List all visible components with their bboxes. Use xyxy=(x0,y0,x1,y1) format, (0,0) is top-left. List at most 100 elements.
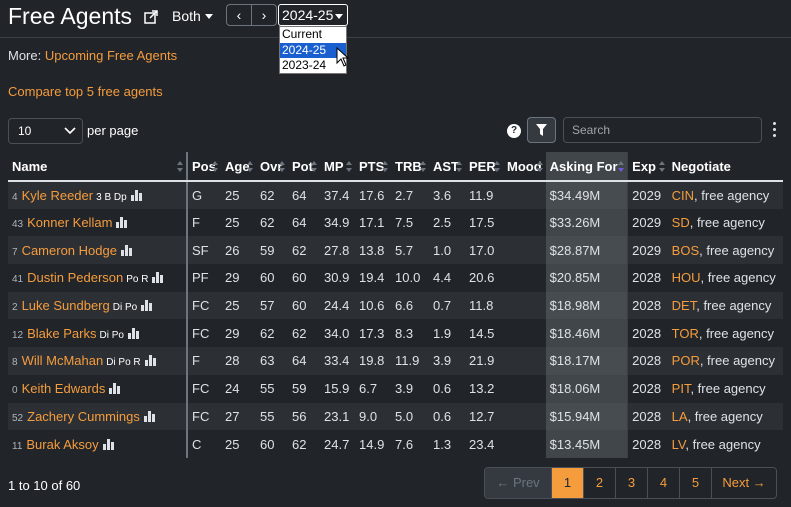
page-button-1[interactable]: 1 xyxy=(552,468,584,498)
sort-icon xyxy=(247,161,253,173)
column-header-per[interactable]: PER xyxy=(465,152,503,182)
team-link[interactable]: POR xyxy=(672,353,700,368)
team-link[interactable]: HOU xyxy=(672,270,701,285)
next-page-button[interactable]: Next → xyxy=(712,468,776,498)
page-button-2[interactable]: 2 xyxy=(584,468,616,498)
external-link-icon[interactable] xyxy=(144,10,158,24)
season-select[interactable]: 2024-25 xyxy=(278,4,348,26)
cell-age: 29 xyxy=(221,319,256,348)
negotiate-text: , free agency xyxy=(690,381,766,397)
column-header-pot[interactable]: Pot xyxy=(288,152,320,182)
player-name-link[interactable]: Cameron Hodge xyxy=(22,243,117,258)
bar-chart-icon[interactable] xyxy=(120,244,132,256)
next-season-button[interactable]: › xyxy=(251,4,277,26)
column-header-asking-for[interactable]: Asking For xyxy=(545,152,629,182)
per-page-select[interactable]: 10 xyxy=(8,118,83,144)
table-header-row: Name Pos Age Ovr Pot MP PTS TRB AST PER … xyxy=(8,152,783,182)
team-link[interactable]: CIN xyxy=(672,188,694,203)
page-title: Free Agents xyxy=(8,3,133,29)
cell-mp: 34.9 xyxy=(320,208,355,237)
team-link[interactable]: LA xyxy=(672,409,688,424)
team-link[interactable]: LV xyxy=(672,437,686,452)
player-name-link[interactable]: Dustin Pederson xyxy=(27,270,123,285)
sort-icon xyxy=(346,161,352,173)
cell-exp: 2028 xyxy=(627,319,668,348)
player-name-link[interactable]: Zachery Cummings xyxy=(27,409,140,424)
bar-chart-icon[interactable] xyxy=(102,438,114,450)
cell-per: 11.9 xyxy=(465,181,503,209)
help-icon[interactable]: ? xyxy=(507,124,521,138)
column-header-exp[interactable]: Exp xyxy=(627,152,668,182)
player-rank: 0 xyxy=(12,385,18,397)
team-link[interactable]: PIT xyxy=(672,381,691,396)
player-type-dropdown[interactable]: Both xyxy=(172,8,213,24)
player-name-link[interactable]: Keith Edwards xyxy=(22,381,106,396)
cell-per: 21.9 xyxy=(465,347,503,375)
more-options-icon[interactable] xyxy=(771,122,777,139)
page-button-5[interactable]: 5 xyxy=(680,468,712,498)
column-header-ovr[interactable]: Ovr xyxy=(256,152,288,182)
previous-season-button[interactable]: ‹ xyxy=(226,4,252,26)
player-name-cell: 11 Burak Aksoy xyxy=(8,430,188,458)
cell-age: 28 xyxy=(221,347,256,375)
player-name-link[interactable]: Will McMahan xyxy=(22,353,104,368)
bar-chart-icon[interactable] xyxy=(109,383,121,395)
cell-mood xyxy=(503,374,546,403)
player-skills: Po R xyxy=(126,274,149,286)
sort-icon xyxy=(311,161,317,173)
column-header-pts[interactable]: PTS xyxy=(355,152,391,182)
cell-age: 25 xyxy=(221,291,256,320)
per-page-label: per page xyxy=(87,123,139,138)
player-name-link[interactable]: Luke Sundberg xyxy=(22,298,110,313)
column-header-trb[interactable]: TRB xyxy=(391,152,429,182)
cell-pts: 9.0 xyxy=(355,402,391,431)
team-link[interactable]: SD xyxy=(672,215,690,230)
bar-chart-icon[interactable] xyxy=(127,327,139,339)
season-option-current[interactable]: Current xyxy=(280,27,346,43)
column-header-ast[interactable]: AST xyxy=(429,152,465,182)
caret-down-icon xyxy=(204,14,213,19)
bar-chart-icon[interactable] xyxy=(144,355,156,367)
team-link[interactable]: TOR xyxy=(672,326,699,341)
cell-mp: 33.4 xyxy=(320,347,355,375)
column-header-pos[interactable]: Pos xyxy=(187,152,221,182)
compare-top-5-link[interactable]: Compare top 5 free agents xyxy=(8,84,163,99)
cell-ast: 0.7 xyxy=(429,291,465,320)
cell-mood xyxy=(503,347,546,375)
team-link[interactable]: DET xyxy=(672,298,697,313)
cell-asking-for: $18.98M xyxy=(545,291,629,320)
cell-ast: 3.9 xyxy=(429,347,465,375)
player-name-link[interactable]: Blake Parks xyxy=(27,326,96,341)
cell-pot: 62 xyxy=(288,236,320,265)
prev-page-button[interactable]: ← Prev xyxy=(485,468,552,498)
cell-mp: 24.7 xyxy=(320,430,355,458)
negotiate-text: , free agency xyxy=(696,298,772,314)
filter-button[interactable] xyxy=(527,117,556,143)
bar-chart-icon[interactable] xyxy=(130,189,142,201)
cell-pos: FC xyxy=(187,291,221,320)
player-name-link[interactable]: Konner Kellam xyxy=(27,215,112,230)
column-header-mood[interactable]: Mood xyxy=(503,152,546,182)
bar-chart-icon[interactable] xyxy=(116,217,128,229)
bar-chart-icon[interactable] xyxy=(152,272,164,284)
search-input[interactable] xyxy=(563,117,762,143)
column-header-name[interactable]: Name xyxy=(8,152,188,182)
cell-pos: F xyxy=(187,347,221,375)
team-link[interactable]: BOS xyxy=(672,243,699,258)
bar-chart-icon[interactable] xyxy=(143,410,155,422)
cell-pts: 17.6 xyxy=(355,181,391,209)
table-row: 2 Luke Sundberg Di Po FC 25 57 60 24.4 10.6 6.6 0.… xyxy=(8,291,783,320)
page-button-3[interactable]: 3 xyxy=(616,468,648,498)
player-name-link[interactable]: Burak Aksoy xyxy=(26,437,98,452)
cell-mood xyxy=(503,236,546,265)
page-button-4[interactable]: 4 xyxy=(648,468,680,498)
player-name-link[interactable]: Kyle Reeder xyxy=(22,188,94,203)
upcoming-free-agents-link[interactable]: Upcoming Free Agents xyxy=(45,48,177,63)
negotiate-text: , free agency xyxy=(685,436,761,452)
column-header-mp[interactable]: MP xyxy=(320,152,355,182)
bar-chart-icon[interactable] xyxy=(141,300,153,312)
cell-ast: 1.9 xyxy=(429,319,465,348)
cell-asking-for: $15.94M xyxy=(545,402,629,431)
column-header-age[interactable]: Age xyxy=(221,152,256,182)
cell-negotiate: TOR, free agency xyxy=(667,319,783,348)
